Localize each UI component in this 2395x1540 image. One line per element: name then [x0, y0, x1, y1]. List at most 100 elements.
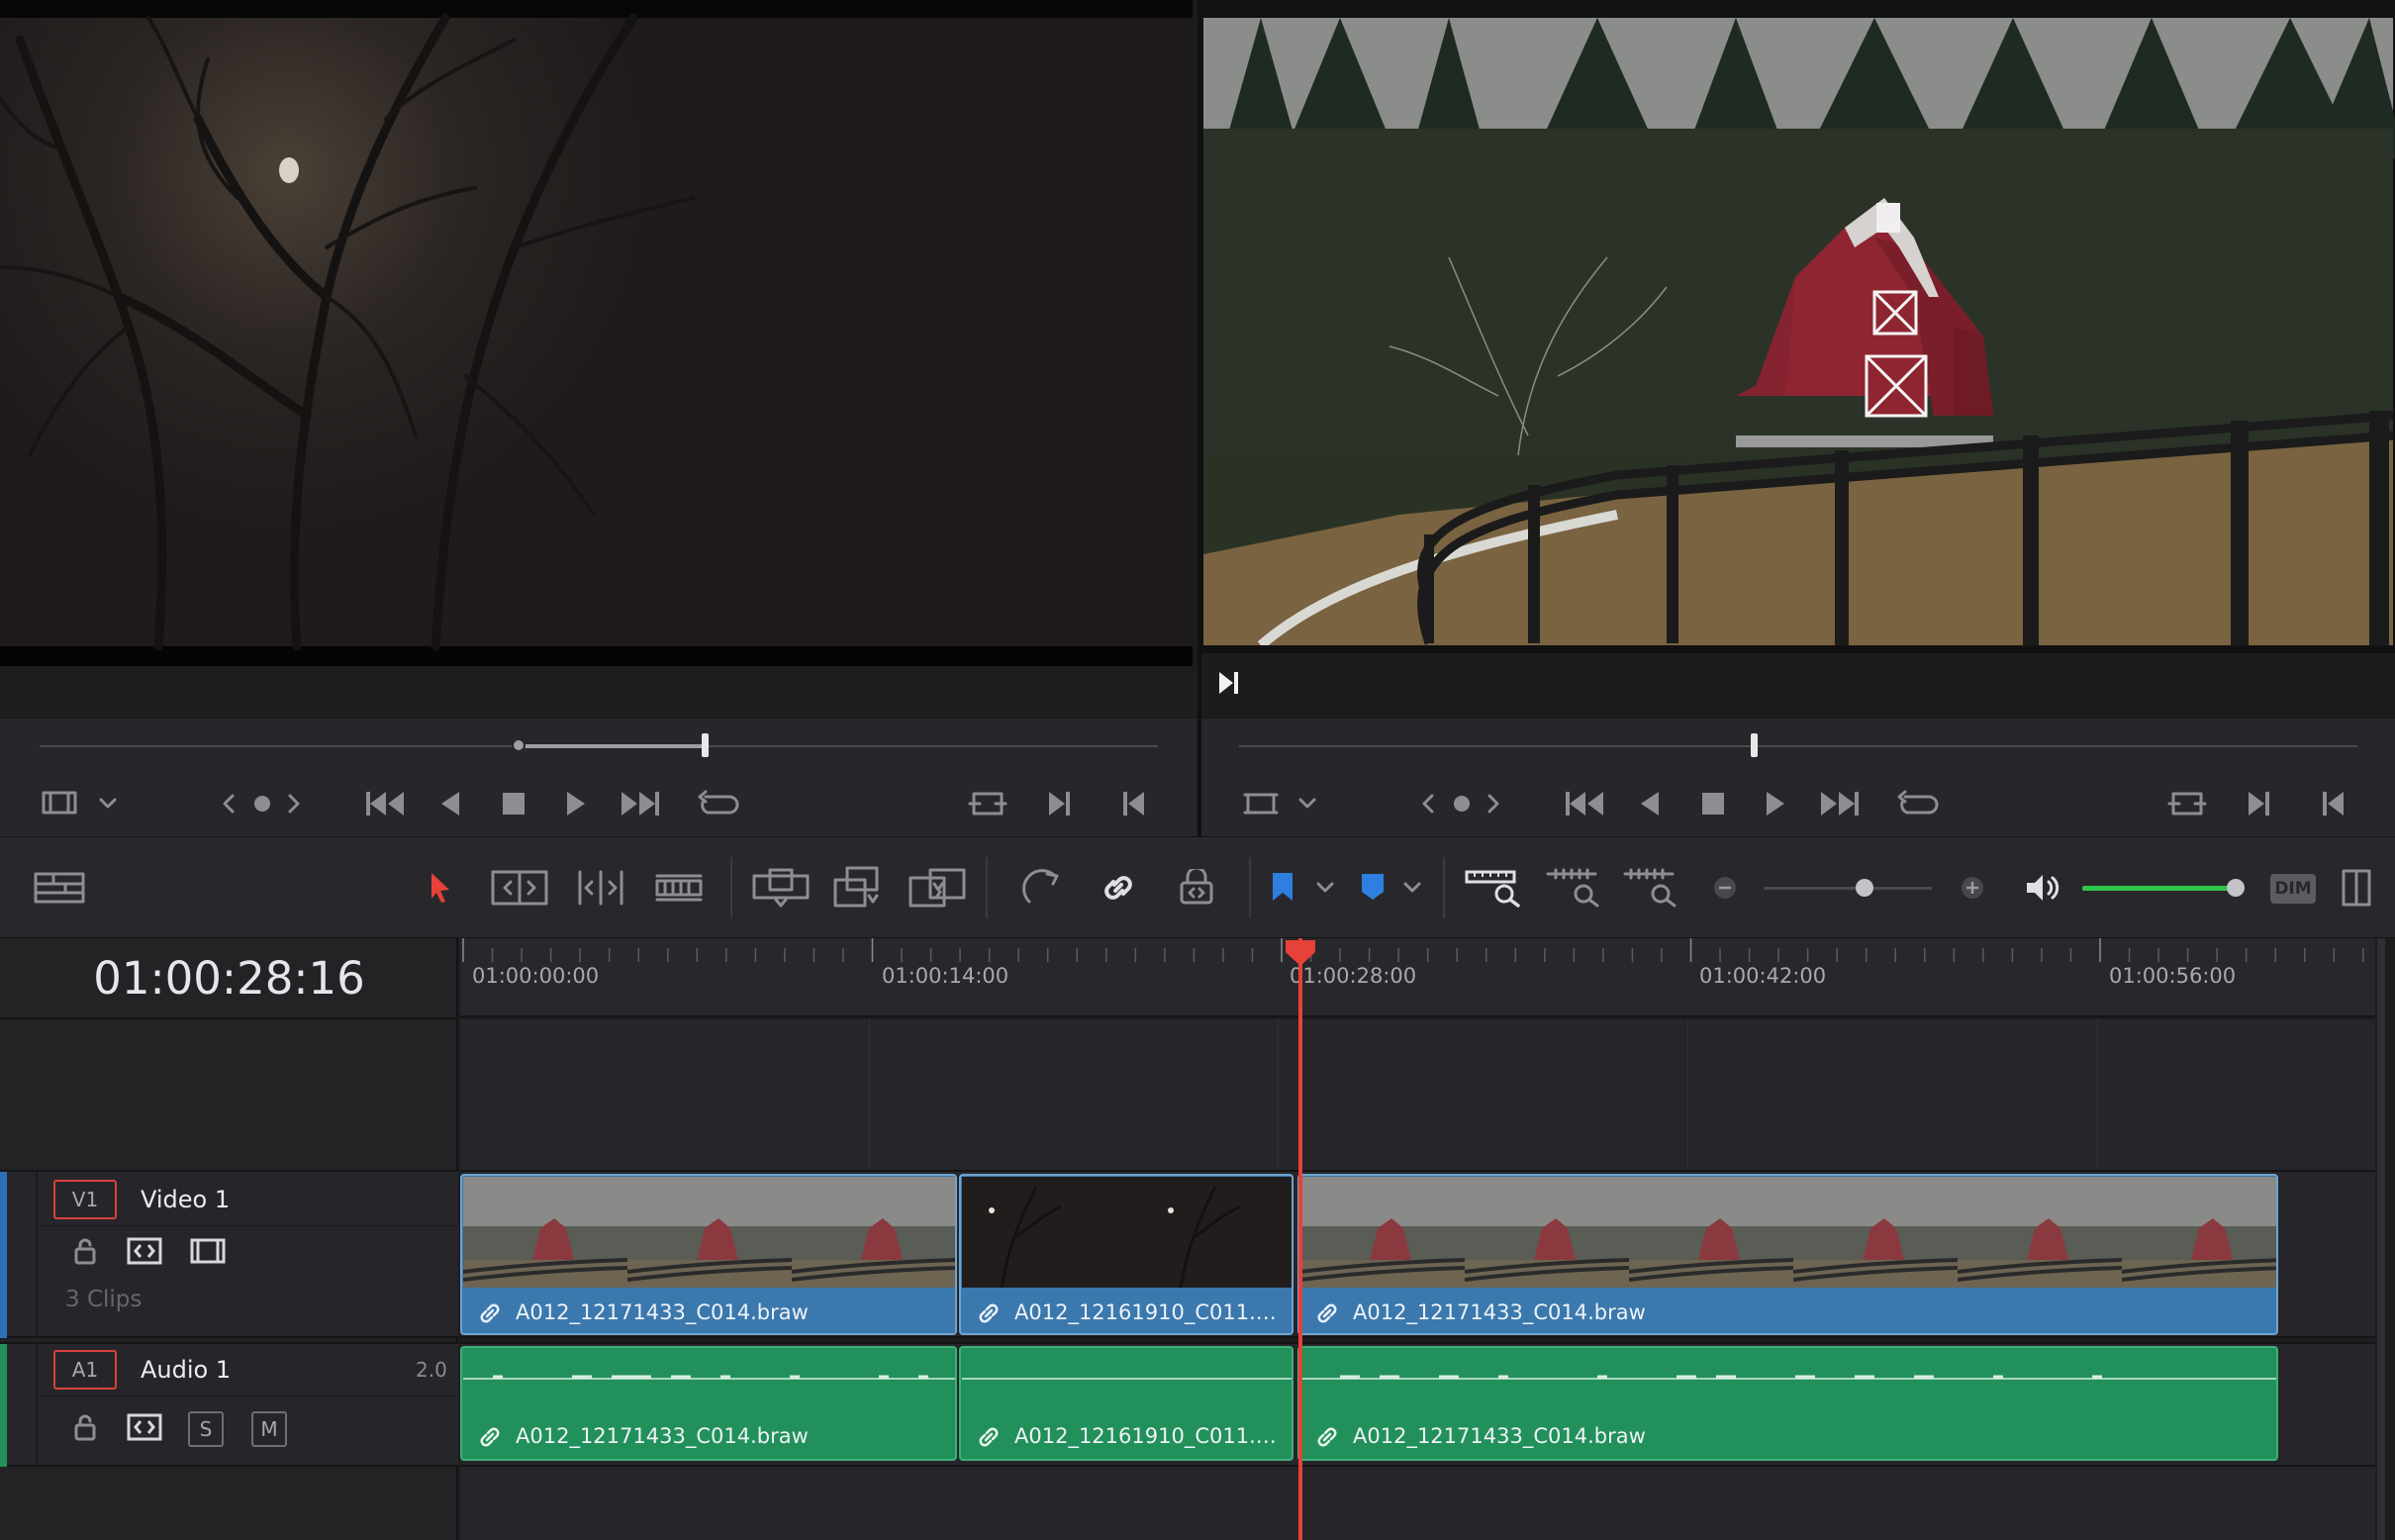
- video-clip[interactable]: A012_12171433_C014.braw: [1297, 1174, 2278, 1335]
- audio-waveform: [463, 1375, 955, 1380]
- source-in-point[interactable]: [512, 738, 526, 752]
- chevron-down-icon[interactable]: [1403, 882, 1421, 894]
- volume-level: [2082, 886, 2236, 891]
- jump-end-icon[interactable]: [1819, 790, 1861, 818]
- custom-zoom-icon[interactable]: [1623, 868, 1682, 908]
- marker-icon[interactable]: [1360, 872, 1386, 902]
- blade-tool-icon[interactable]: [655, 874, 703, 902]
- playhead-handle[interactable]: [1284, 938, 1317, 968]
- timeline-transport-bar: [1201, 718, 2395, 836]
- video-clip[interactable]: A012_12171433_C014.braw: [460, 1174, 957, 1335]
- linked-selection-icon[interactable]: [1099, 868, 1138, 908]
- zoom-in-icon[interactable]: [1960, 875, 1985, 901]
- timeline-viewer[interactable]: [1201, 0, 2395, 718]
- current-timecode[interactable]: 01:00:28:16: [0, 952, 458, 1005]
- chevron-down-icon[interactable]: [1316, 882, 1334, 894]
- reverse-icon[interactable]: [1639, 790, 1661, 818]
- lock-icon[interactable]: [73, 1413, 97, 1441]
- dynamic-trim-icon[interactable]: [574, 870, 627, 906]
- mute-button[interactable]: M: [251, 1411, 287, 1447]
- zoom-slider-handle[interactable]: [1856, 879, 1873, 897]
- audio-clip[interactable]: A012_12171433_C014.braw: [1297, 1346, 2278, 1461]
- mark-in-icon[interactable]: [1120, 790, 1146, 818]
- position-lock-icon[interactable]: [1178, 869, 1215, 907]
- jump-start-icon[interactable]: [1564, 790, 1605, 818]
- prev-clip-icon[interactable]: [1421, 794, 1435, 814]
- track-name[interactable]: Audio 1: [141, 1356, 231, 1384]
- replace-clip-icon[interactable]: [909, 866, 966, 910]
- loop-icon[interactable]: [696, 789, 739, 818]
- chevron-down-icon[interactable]: [1298, 798, 1316, 810]
- clip-count: 3 Clips: [65, 1287, 143, 1312]
- dim-button[interactable]: DIM: [2270, 874, 2316, 904]
- source-viewer[interactable]: [0, 0, 1198, 673]
- panel-toggle-icon[interactable]: [2342, 869, 2371, 907]
- timeline-view-options-icon[interactable]: [34, 872, 85, 904]
- clip-thumbnails: [962, 1177, 1292, 1288]
- source-playhead[interactable]: [702, 733, 709, 757]
- ruler-label: 01:00:14:00: [882, 964, 1009, 988]
- skip-to-end-icon[interactable]: [1215, 669, 1243, 697]
- mark-out-icon[interactable]: [1047, 790, 1073, 818]
- loop-icon[interactable]: [1895, 789, 1939, 818]
- flag-icon[interactable]: [1271, 871, 1294, 903]
- insert-clip-icon[interactable]: [752, 868, 810, 908]
- timeline-lower-empty[interactable]: [460, 1467, 2375, 1540]
- audio-clip[interactable]: A012_12161910_C011.braw: [959, 1346, 1293, 1461]
- auto-select-icon[interactable]: [127, 1237, 162, 1265]
- timeline-viewer-playhead[interactable]: [1751, 733, 1758, 757]
- speaker-icon[interactable]: [2025, 872, 2062, 904]
- solo-button[interactable]: S: [188, 1411, 224, 1447]
- clip-thumbnails: [1300, 1177, 2276, 1288]
- play-icon[interactable]: [565, 790, 587, 818]
- auto-select-icon[interactable]: [127, 1413, 162, 1441]
- selection-tool-icon[interactable]: [428, 871, 453, 905]
- volume-slider-handle[interactable]: [2226, 879, 2245, 897]
- video-track-header[interactable]: V1 Video 1 3 Clips: [0, 1170, 458, 1338]
- dot-icon: [254, 796, 270, 812]
- audio-clip[interactable]: A012_12171433_C014.braw: [460, 1346, 957, 1461]
- track-destination-a1[interactable]: A1: [53, 1350, 117, 1390]
- track-name[interactable]: Video 1: [141, 1186, 230, 1213]
- audio-waveform: [1300, 1375, 2276, 1380]
- timeline-ruler[interactable]: 01:00:00:00 01:00:14:00 01:00:28:00 01:0…: [460, 938, 2375, 1017]
- jump-start-icon[interactable]: [364, 790, 406, 818]
- zoom-out-icon[interactable]: [1712, 875, 1738, 901]
- detail-zoom-icon[interactable]: [1546, 868, 1605, 908]
- trim-tool-icon[interactable]: [491, 870, 548, 906]
- timeline-scrubber[interactable]: [1239, 745, 2357, 747]
- jump-end-icon[interactable]: [620, 790, 661, 818]
- clip-view-icon[interactable]: [42, 791, 77, 815]
- next-clip-icon[interactable]: [1486, 794, 1500, 814]
- source-transport-bar: [0, 718, 1198, 836]
- stop-icon[interactable]: [502, 792, 526, 816]
- video-enable-icon[interactable]: [190, 1238, 226, 1264]
- clip-name: A012_12171433_C014.braw: [1353, 1300, 1646, 1324]
- crop-view-icon[interactable]: [1243, 790, 1279, 818]
- play-icon[interactable]: [1765, 790, 1786, 818]
- video-clip[interactable]: A012_12161910_C011.braw: [959, 1174, 1293, 1335]
- mark-in-icon[interactable]: [2320, 790, 2346, 818]
- match-frame-icon[interactable]: [2167, 790, 2207, 818]
- match-frame-icon[interactable]: [968, 790, 1007, 818]
- overwrite-clip-icon[interactable]: [833, 866, 881, 910]
- clip-name: A012_12171433_C014.braw: [516, 1300, 809, 1324]
- lock-icon[interactable]: [73, 1237, 97, 1265]
- zoom-slider[interactable]: [1764, 887, 1932, 890]
- prev-clip-icon[interactable]: [222, 794, 236, 814]
- chevron-down-icon[interactable]: [99, 798, 117, 810]
- timeline-empty-area[interactable]: [460, 1019, 2375, 1170]
- clip-thumbnails: [463, 1177, 955, 1288]
- link-icon: [1317, 1427, 1337, 1447]
- snapping-icon[interactable]: [1021, 868, 1061, 908]
- ruler-label: 01:00:00:00: [472, 964, 600, 988]
- reverse-icon[interactable]: [439, 790, 461, 818]
- stop-icon[interactable]: [1701, 792, 1725, 816]
- clip-name: A012_12161910_C011.braw: [1014, 1424, 1282, 1448]
- next-clip-icon[interactable]: [287, 794, 301, 814]
- timeline-playhead[interactable]: [1297, 938, 1302, 1540]
- mark-out-icon[interactable]: [2247, 790, 2272, 818]
- full-zoom-icon[interactable]: [1465, 868, 1524, 908]
- audio-track-header[interactable]: A1 Audio 1 2.0 S M: [0, 1342, 458, 1467]
- track-destination-v1[interactable]: V1: [53, 1180, 117, 1219]
